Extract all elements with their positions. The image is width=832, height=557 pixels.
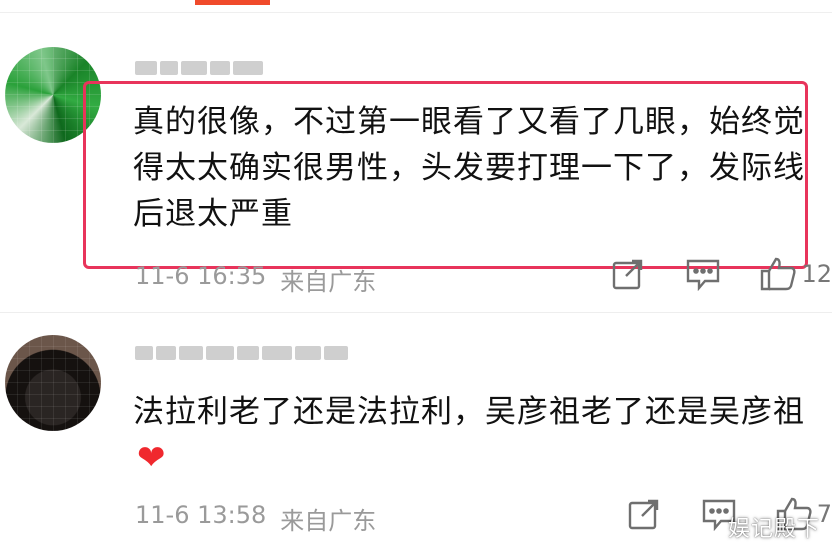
- share-button[interactable]: [611, 257, 645, 291]
- comment-text: 法拉利老了还是法拉利，吴彦祖老了还是吴彦祖 ❤: [133, 389, 813, 482]
- highlight-frame: [83, 81, 808, 269]
- comment-time: 11-6 13:58: [135, 501, 267, 529]
- comment-location: 来自广东: [280, 507, 377, 535]
- username-blurred[interactable]: [135, 342, 348, 364]
- comment-meta: 11-6 13:58 来自广东: [135, 501, 376, 536]
- heart-emoji: ❤: [137, 438, 167, 478]
- active-tab-indicator: [195, 0, 270, 5]
- comment-text-body: 法拉利老了还是法拉利，吴彦祖老了还是吴彦祖: [133, 394, 805, 430]
- comment-divider: [0, 312, 832, 313]
- comment-location: 来自广东: [280, 268, 377, 296]
- like-count: 12: [801, 260, 832, 288]
- share-button[interactable]: [627, 497, 661, 531]
- user-avatar[interactable]: [5, 335, 101, 431]
- comment-time: 11-6 16:35: [135, 262, 267, 290]
- like-button[interactable]: 12: [759, 256, 832, 292]
- comment-icon: [685, 257, 721, 291]
- thumbs-up-icon: [759, 256, 797, 292]
- comment-actions: 12: [571, 256, 832, 292]
- watermark: 娱记殿下: [727, 517, 820, 542]
- comment-meta: 11-6 16:35 来自广东: [135, 262, 376, 297]
- share-icon: [627, 497, 661, 531]
- share-icon: [611, 257, 645, 291]
- username-blurred[interactable]: [135, 57, 263, 79]
- reply-button[interactable]: [685, 257, 721, 291]
- top-divider: [0, 12, 832, 13]
